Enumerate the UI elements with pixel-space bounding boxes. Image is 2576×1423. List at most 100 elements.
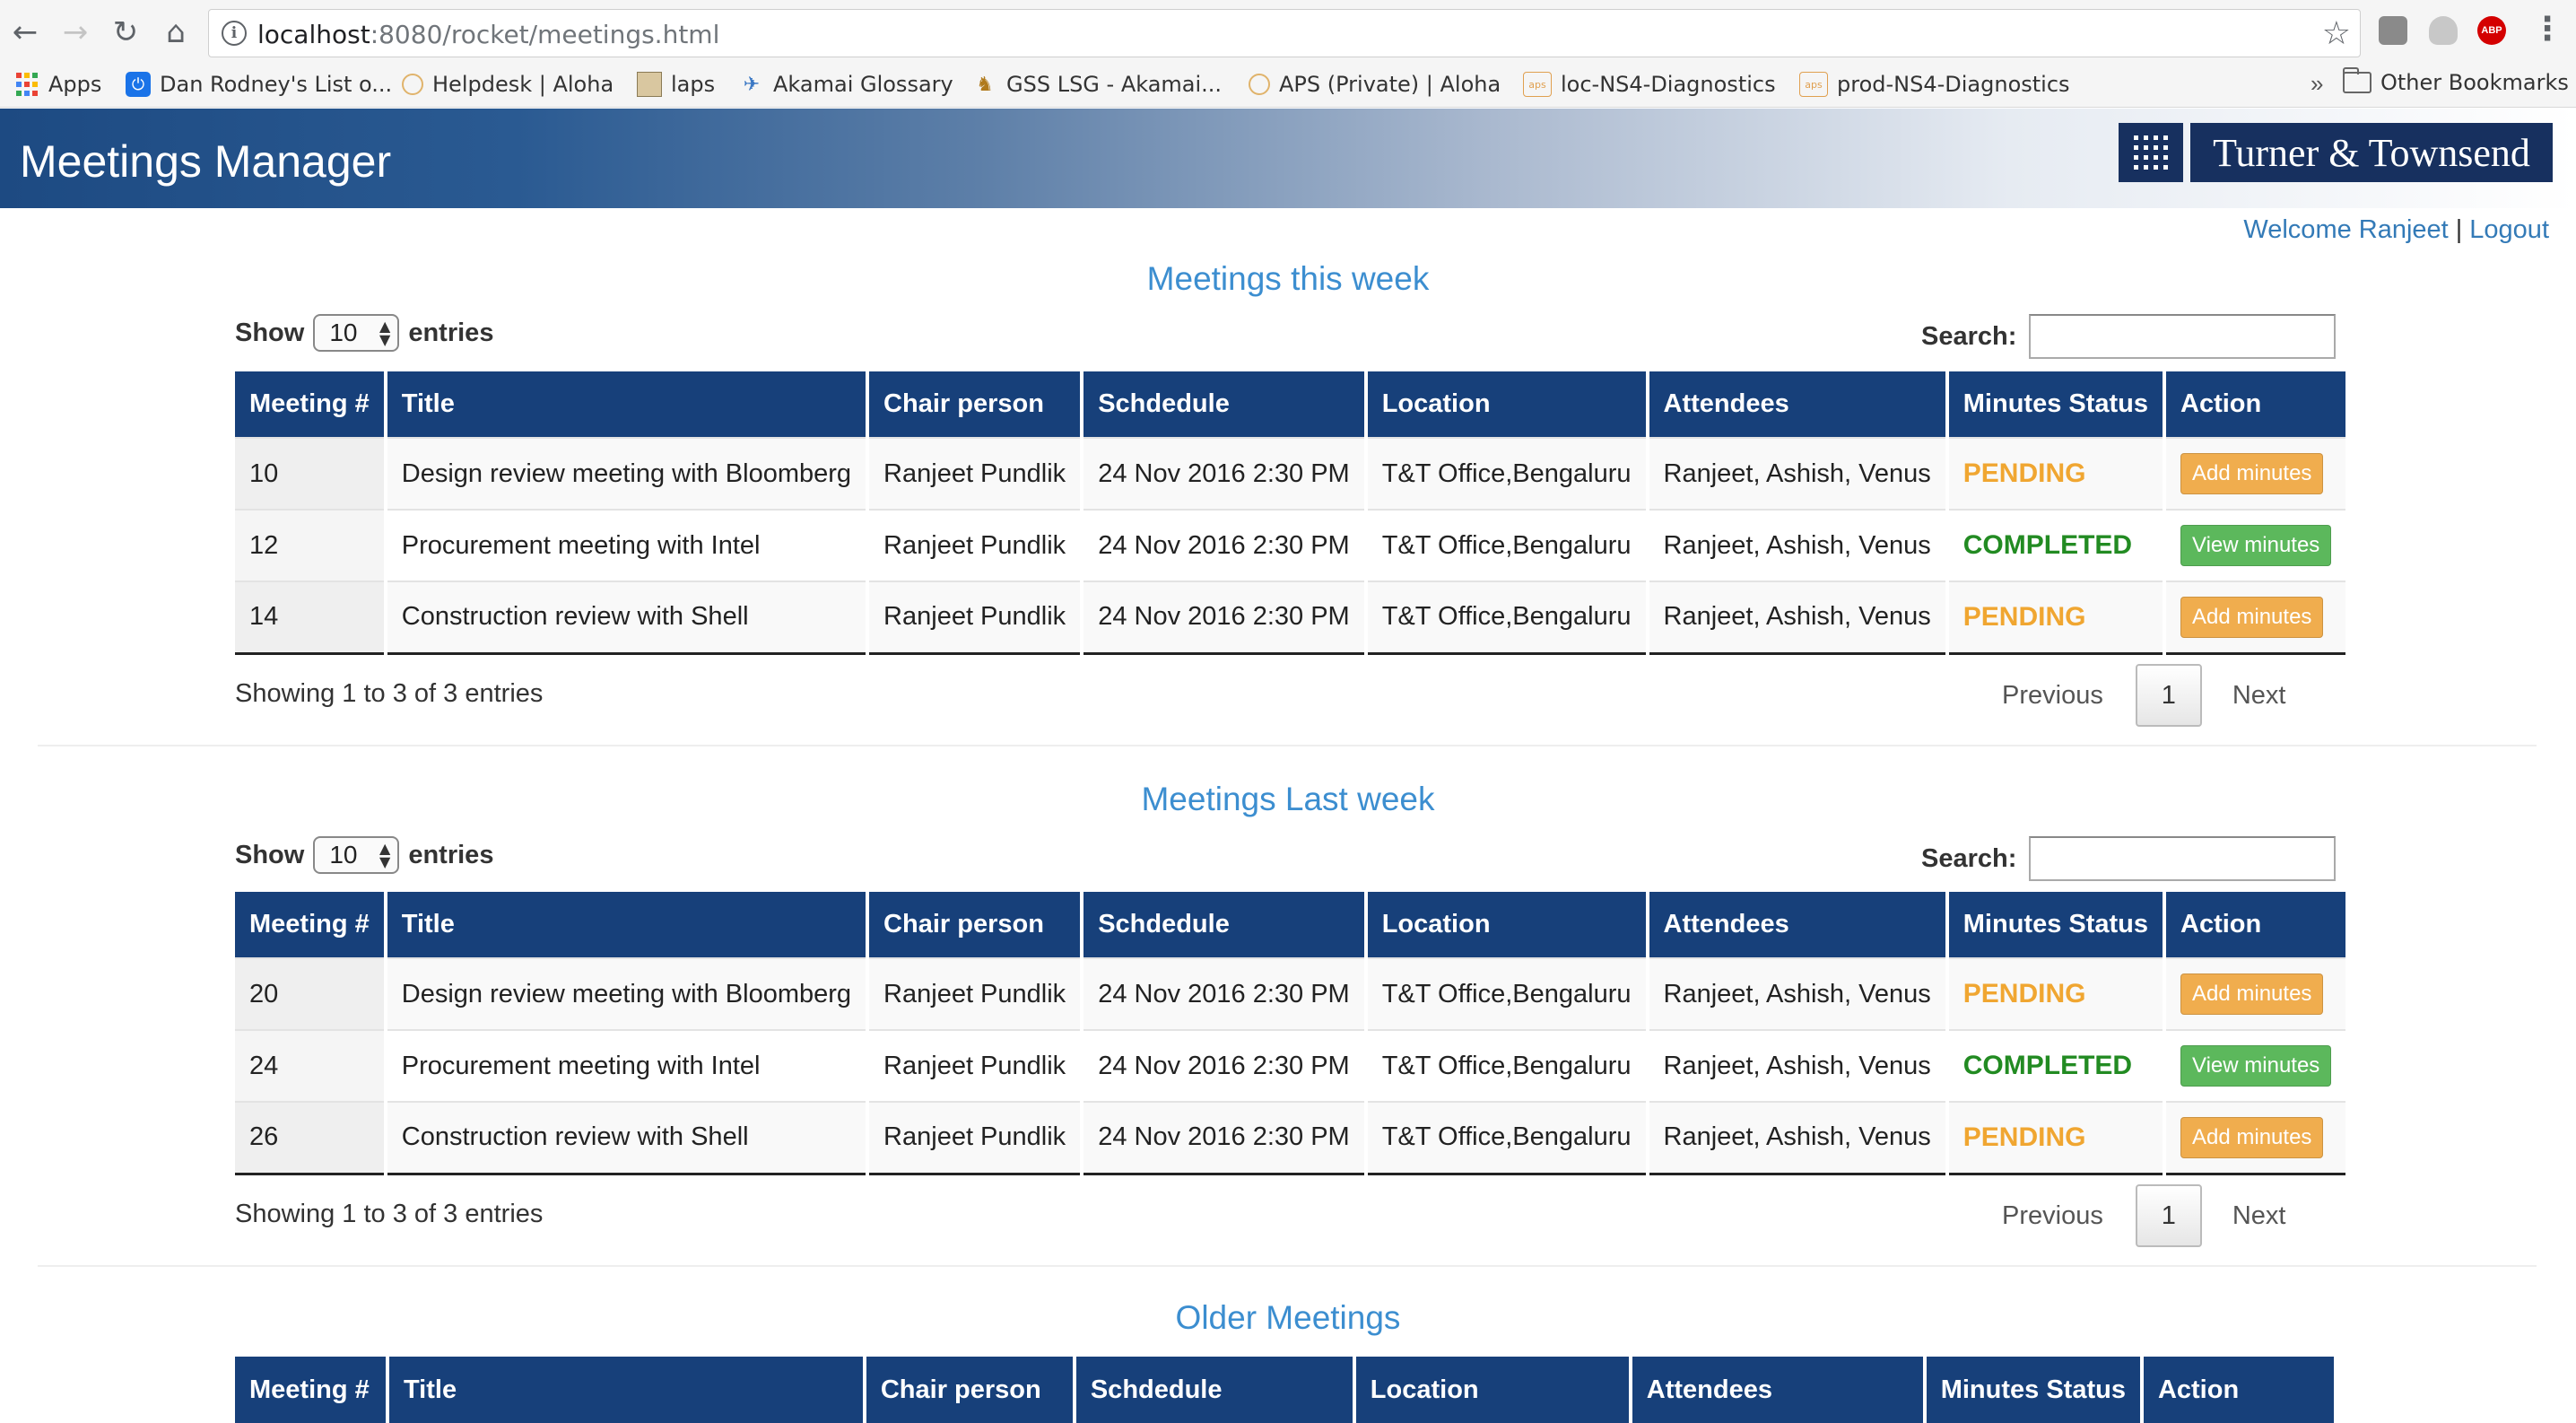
bookmark-helpdesk[interactable]: Helpdesk | Aloha [402, 68, 614, 100]
cell-title: Design review meeting with Bloomberg [383, 957, 868, 1030]
cell-meeting-number: 26 [235, 1101, 386, 1175]
column-header-schedule[interactable]: Schdedule [1080, 892, 1366, 958]
cell-location: T&T Office,Bengaluru [1363, 509, 1648, 581]
cell-chair: Ranjeet Pundlik [866, 1029, 1083, 1102]
column-header-action[interactable]: Action [2163, 892, 2346, 958]
column-header-location[interactable]: Location [1363, 892, 1648, 958]
page-1-button[interactable]: 1 [2135, 1184, 2202, 1247]
cell-schedule: 24 Nov 2016 2:30 PM [1080, 509, 1366, 581]
adblock-icon[interactable]: ABP [2477, 16, 2506, 45]
column-header-attendees[interactable]: Attendees [1645, 371, 1947, 438]
browser-menu-icon[interactable]: ⋮ [2531, 11, 2563, 48]
cell-location: T&T Office,Bengaluru [1363, 581, 1648, 655]
page-length-select[interactable]: 10 ▲ ▼ [313, 836, 400, 874]
site-info-icon[interactable]: i [222, 21, 247, 46]
bookmark-loc-ns4[interactable]: aps loc-NS4-Diagnostics [1523, 68, 1776, 100]
cell-attendees: Ranjeet, Ashish, Venus [1645, 509, 1947, 581]
column-header-meeting-number[interactable]: Meeting # [235, 892, 386, 958]
next-page-button[interactable]: Next [2232, 681, 2286, 711]
url-text[interactable]: localhost:8080/rocket/meetings.html [257, 20, 719, 49]
search-input[interactable] [2029, 836, 2337, 881]
cell-meeting-number: 14 [235, 581, 386, 655]
pagination: Previous 1 Next [2002, 664, 2285, 727]
add-minutes-button[interactable]: Add minutes [2180, 453, 2324, 494]
column-header-title[interactable]: Title [383, 892, 868, 958]
page-length-control: Show 10 ▲ ▼ entries [235, 314, 493, 352]
extension-icon[interactable] [2379, 16, 2407, 45]
meetings-table-last-week: Meeting # Title Chair person Schdedule L… [235, 892, 2346, 1175]
bird-icon: ✈ [743, 73, 761, 96]
column-header-schedule[interactable]: Schdedule [1072, 1357, 1354, 1423]
add-minutes-button[interactable]: Add minutes [2180, 1116, 2324, 1158]
bookmark-gss-lsg[interactable]: ♞ GSS LSG - Akamai... [972, 68, 1222, 100]
next-page-button[interactable]: Next [2232, 1201, 2286, 1231]
column-header-meeting-number[interactable]: Meeting # [235, 371, 386, 438]
welcome-link[interactable]: Welcome Ranjeet [2243, 215, 2448, 244]
status-badge: COMPLETED [1962, 530, 2133, 560]
add-minutes-button[interactable]: Add minutes [2180, 596, 2324, 638]
bookmark-akamai-glossary[interactable]: ✈ Akamai Glossary [739, 68, 953, 100]
app-header: Meetings Manager Turner & Townsend [0, 109, 2576, 208]
aps-icon: aps [1799, 72, 1828, 97]
column-header-title[interactable]: Title [385, 1357, 865, 1423]
bookmark-laps[interactable]: laps [637, 68, 715, 100]
adblock-label: ABP [2481, 25, 2502, 36]
column-header-chair-person[interactable]: Chair person [862, 1357, 1075, 1423]
reload-icon[interactable]: ↻ [106, 13, 145, 52]
bookmark-prod-ns4[interactable]: aps prod-NS4-Diagnostics [1799, 68, 2070, 100]
column-header-location[interactable]: Location [1363, 371, 1648, 438]
view-minutes-button[interactable]: View minutes [2180, 1045, 2332, 1087]
column-header-attendees[interactable]: Attendees [1645, 892, 1947, 958]
page-length-select[interactable]: 10 ▲ ▼ [313, 314, 400, 352]
status-badge: PENDING [1962, 458, 2086, 488]
previous-page-button[interactable]: Previous [2002, 1201, 2103, 1231]
column-header-action[interactable]: Action [2163, 371, 2346, 438]
drive-extension-icon[interactable] [2429, 16, 2458, 45]
other-bookmarks-label: Other Bookmarks [2380, 70, 2569, 95]
column-header-schedule[interactable]: Schdedule [1080, 371, 1366, 438]
ring-icon [402, 74, 423, 95]
forward-arrow-icon[interactable]: → [56, 13, 95, 52]
home-icon[interactable]: ⌂ [156, 13, 196, 52]
cell-schedule: 24 Nov 2016 2:30 PM [1080, 957, 1366, 1030]
add-minutes-button[interactable]: Add minutes [2180, 973, 2324, 1015]
column-header-action[interactable]: Action [2139, 1357, 2334, 1423]
column-header-minutes-status[interactable]: Minutes Status [1945, 892, 2165, 958]
status-badge: COMPLETED [1962, 1051, 2133, 1080]
bookmark-apps[interactable]: Apps [14, 68, 101, 100]
column-header-minutes-status[interactable]: Minutes Status [1945, 371, 2165, 438]
column-header-title[interactable]: Title [383, 371, 868, 438]
back-arrow-icon[interactable]: ← [5, 13, 45, 52]
bookmark-label: Dan Rodney's List o... [160, 72, 393, 97]
bookmark-dan-rodney[interactable]: ⏻ Dan Rodney's List o... [126, 68, 392, 100]
view-minutes-button[interactable]: View minutes [2180, 525, 2332, 566]
column-header-minutes-status[interactable]: Minutes Status [1922, 1357, 2142, 1423]
column-header-location[interactable]: Location [1352, 1357, 1631, 1423]
cell-location: T&T Office,Bengaluru [1363, 1029, 1648, 1102]
search-input[interactable] [2029, 314, 2337, 359]
cell-action: Add minutes [2163, 1101, 2346, 1175]
previous-page-button[interactable]: Previous [2002, 681, 2103, 711]
bookmark-star-icon[interactable]: ☆ [2322, 15, 2351, 52]
cell-status: PENDING [1945, 437, 2165, 510]
power-icon: ⏻ [126, 72, 151, 97]
user-bar-separator: | [2455, 215, 2463, 244]
table-row: 20 Design review meeting with Bloomberg … [235, 957, 2346, 1030]
search-control: Search: [1921, 836, 2337, 881]
section-divider [38, 1265, 2537, 1267]
column-header-chair-person[interactable]: Chair person [866, 371, 1083, 438]
logout-link[interactable]: Logout [2469, 215, 2549, 244]
cell-attendees: Ranjeet, Ashish, Venus [1645, 1029, 1947, 1102]
column-header-chair-person[interactable]: Chair person [866, 892, 1083, 958]
column-header-attendees[interactable]: Attendees [1628, 1357, 1925, 1423]
column-header-meeting-number[interactable]: Meeting # [235, 1357, 387, 1423]
bookmark-aps-private[interactable]: APS (Private) | Aloha [1249, 68, 1501, 100]
status-badge: PENDING [1962, 1122, 2086, 1152]
cell-schedule: 24 Nov 2016 2:30 PM [1080, 437, 1366, 510]
page-1-button[interactable]: 1 [2135, 664, 2202, 727]
cell-status: COMPLETED [1945, 1029, 2165, 1102]
other-bookmarks[interactable]: Other Bookmarks [2343, 67, 2569, 95]
cell-title: Construction review with Shell [383, 581, 868, 655]
more-bookmarks-chevron[interactable]: » [2311, 70, 2323, 98]
address-bar[interactable]: i localhost:8080/rocket/meetings.html ☆ [208, 9, 2361, 57]
